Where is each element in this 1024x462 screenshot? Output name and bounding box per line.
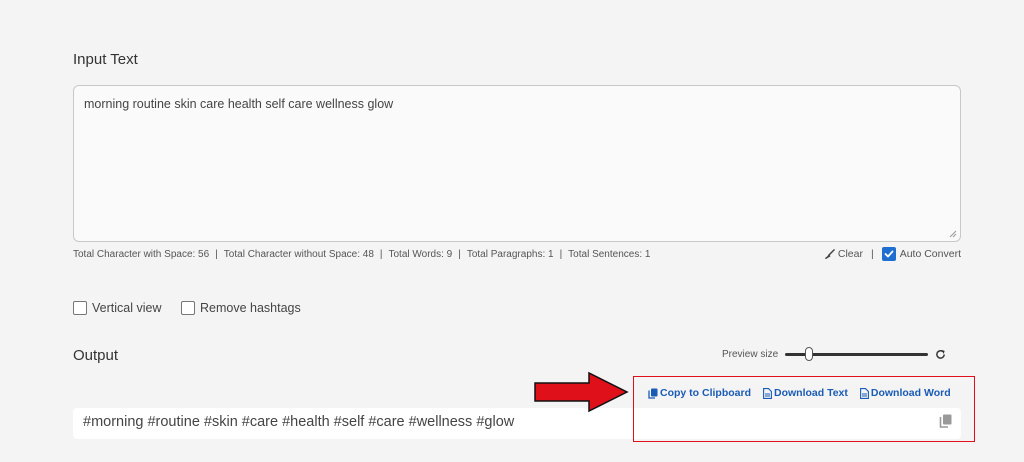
remove-hashtags-option[interactable]: Remove hashtags: [181, 301, 301, 315]
stat-words: Total Words: 9: [388, 249, 453, 260]
resize-handle-icon[interactable]: [949, 230, 957, 238]
stat-separator: |: [215, 249, 218, 260]
input-textarea[interactable]: morning routine skin care health self ca…: [73, 85, 961, 242]
preview-size-label: Preview size: [722, 348, 779, 360]
remove-hashtags-label: Remove hashtags: [200, 301, 301, 315]
auto-convert-checkbox[interactable]: [881, 247, 896, 261]
slider-thumb[interactable]: [805, 347, 814, 361]
vertical-view-label: Vertical view: [92, 301, 162, 315]
auto-convert-toggle[interactable]: Auto Convert: [881, 247, 961, 261]
preview-size-control: Preview size: [722, 347, 946, 361]
auto-convert-label: Auto Convert: [899, 248, 961, 260]
tools-separator: |: [870, 248, 874, 260]
text-statistics: Total Character with Space: 56 | Total Cha…: [73, 249, 650, 260]
reset-size-button[interactable]: [935, 349, 946, 360]
annotation-highlight-box: [633, 376, 975, 442]
input-text-heading: Input Text: [73, 51, 138, 68]
stat-characters-with-space: Total Character with Space: 56: [73, 249, 210, 260]
vertical-view-option[interactable]: Vertical view: [73, 301, 161, 315]
stat-paragraphs: Total Paragraphs: 1: [466, 249, 554, 260]
preview-size-slider[interactable]: [785, 347, 929, 361]
refresh-icon: [936, 349, 946, 359]
input-text-value: morning routine skin care health self ca…: [84, 97, 394, 111]
annotation-arrow-icon: [534, 371, 629, 413]
stat-separator: |: [559, 249, 563, 260]
output-heading: Output: [73, 347, 119, 364]
vertical-view-checkbox[interactable]: [73, 301, 87, 315]
checkmark-icon: [884, 250, 894, 258]
stat-sentences: Total Sentences: 1: [568, 249, 651, 260]
remove-hashtags-checkbox[interactable]: [181, 301, 195, 315]
clear-button[interactable]: Clear: [824, 248, 863, 260]
input-tools: Clear | Auto Convert: [824, 247, 961, 261]
stat-separator: |: [458, 249, 461, 260]
output-text: #morning #routine #skin #care #health #s…: [83, 414, 515, 430]
broom-icon: [824, 248, 835, 259]
stat-characters-without-space: Total Character without Space: 48: [223, 249, 374, 260]
clear-label: Clear: [837, 248, 863, 260]
stat-separator: |: [379, 249, 383, 260]
